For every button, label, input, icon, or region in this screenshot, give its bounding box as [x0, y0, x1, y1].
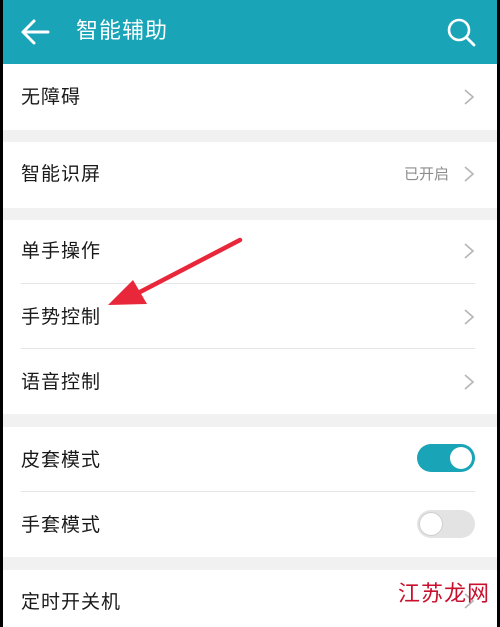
page-title: 智能辅助	[76, 19, 169, 44]
section-controls: 单手操作 手势控制 语音控制	[3, 220, 497, 414]
cover-mode-toggle[interactable]	[417, 444, 475, 472]
chevron-right-icon	[464, 89, 475, 105]
status-value: 已开启	[403, 165, 449, 183]
row-label: 皮套模式	[21, 449, 102, 471]
list-item-cover-mode: 皮套模式	[3, 427, 497, 491]
toggle-knob	[450, 447, 472, 469]
list-item-one-handed[interactable]: 单手操作	[3, 220, 497, 283]
row-label: 无障碍	[21, 86, 82, 108]
row-label: 单手操作	[21, 240, 102, 262]
toggle-knob	[420, 513, 442, 535]
section-gap	[3, 130, 497, 142]
watermark-logo: 江苏龙网	[398, 582, 491, 607]
glove-mode-toggle[interactable]	[417, 510, 475, 538]
list-item-glove-mode: 手套模式	[3, 492, 497, 557]
row-label: 定时开关机	[21, 591, 122, 613]
chevron-right-icon	[464, 309, 475, 325]
row-label: 智能识屏	[21, 163, 102, 185]
row-label: 手势控制	[21, 306, 102, 328]
search-button[interactable]	[440, 12, 482, 54]
row-label: 手套模式	[21, 514, 102, 536]
row-label: 语音控制	[21, 371, 102, 393]
list-item-accessibility[interactable]: 无障碍	[3, 64, 497, 130]
section-modes: 皮套模式 手套模式	[3, 427, 497, 557]
section-gap	[3, 208, 497, 220]
section-gap	[3, 414, 497, 427]
chevron-right-icon	[464, 374, 475, 390]
app-bar: 智能辅助	[0, 0, 500, 64]
chevron-right-icon	[464, 243, 475, 259]
section-gap	[3, 557, 497, 570]
section-accessibility: 无障碍	[3, 64, 497, 130]
search-icon	[447, 18, 476, 47]
arrow-left-icon	[21, 19, 50, 45]
list-item-smart-screen[interactable]: 智能识屏 已开启	[3, 142, 497, 208]
section-smart-screen: 智能识屏 已开启	[3, 142, 497, 208]
back-button[interactable]	[14, 12, 54, 52]
list-item-voice-control[interactable]: 语音控制	[3, 349, 497, 414]
chevron-right-icon	[464, 166, 475, 182]
list-item-gesture-control[interactable]: 手势控制	[3, 284, 497, 348]
